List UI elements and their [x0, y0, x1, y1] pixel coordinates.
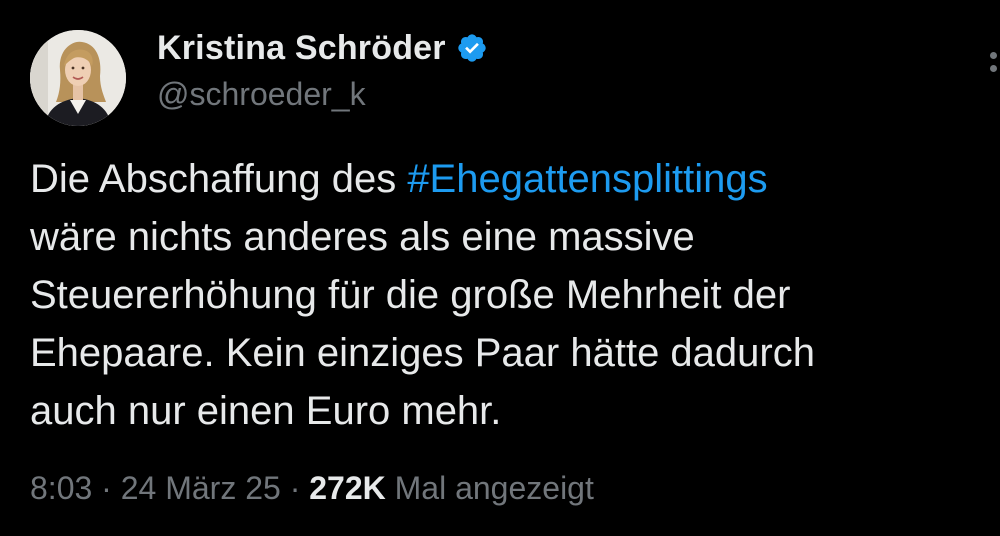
author-name-row: Kristina Schröder [157, 26, 488, 70]
views-label: Mal angezeigt [385, 470, 594, 506]
verified-badge-icon[interactable] [456, 32, 488, 64]
tweet-line-1-text: Die Abschaffung des [30, 157, 408, 201]
profile-photo-icon [30, 30, 126, 126]
tweet-line-3: Steuererhöhung für die große Mehrheit de… [30, 273, 791, 317]
meta-separator: · [92, 470, 121, 506]
tweet-line-4: Ehepaare. Kein einziges Paar hätte dadur… [30, 331, 815, 375]
more-dot [990, 65, 997, 72]
more-dot [990, 52, 997, 59]
tweet-text: Die Abschaffung des #Ehegattensplittings… [30, 150, 980, 440]
meta-separator: · [280, 470, 310, 506]
tweet-time[interactable]: 8:03 [30, 470, 92, 506]
tweet-line-1: Die Abschaffung des #Ehegattensplittings [30, 150, 980, 208]
views-count[interactable]: 272K [309, 470, 386, 506]
more-options-icon[interactable] [990, 52, 998, 72]
tweet-card: Kristina Schröder @schroeder_k Die Absch… [0, 0, 1000, 536]
tweet-date[interactable]: 24 März 25 [121, 470, 281, 506]
tweet-line-5: auch nur einen Euro mehr. [30, 389, 502, 433]
author-display-name[interactable]: Kristina Schröder [157, 29, 446, 68]
author-handle[interactable]: @schroeder_k [157, 76, 366, 113]
avatar[interactable] [30, 30, 126, 126]
tweet-line-2: wäre nichts anderes als eine massive [30, 215, 695, 259]
hashtag-link[interactable]: #Ehegattensplittings [407, 157, 767, 201]
tweet-meta: 8:03 · 24 März 25 · 272K Mal angezeigt [30, 470, 594, 507]
